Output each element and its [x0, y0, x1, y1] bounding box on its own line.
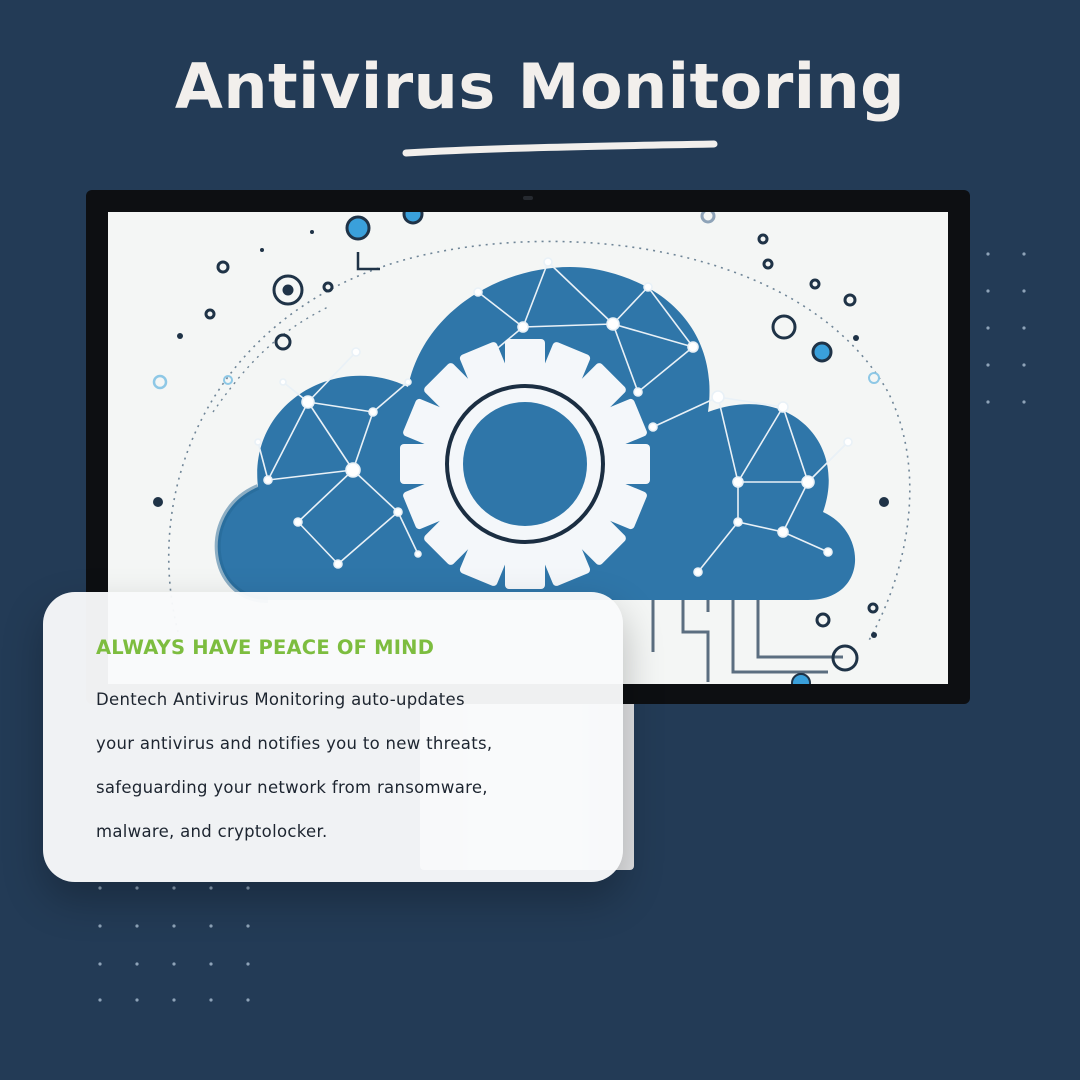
card-heading: ALWAYS HAVE PEACE OF MIND [96, 636, 435, 659]
card-body-line: your antivirus and notifies you to new t… [96, 734, 493, 753]
decorative-dot-grid-left [98, 886, 250, 1002]
gear-icon [400, 339, 650, 589]
card-body-line: safeguarding your network from ransomwar… [96, 778, 488, 797]
circuit-lines-icon [651, 592, 843, 682]
card-body-line: malware, and cryptolocker. [96, 822, 328, 841]
decorative-dot-grid-right [986, 252, 1026, 404]
title-underline [402, 140, 718, 157]
card-body: Dentech Antivirus Monitoring auto-update… [96, 678, 606, 854]
card-body-line: Dentech Antivirus Monitoring auto-update… [96, 690, 465, 709]
info-card: ALWAYS HAVE PEACE OF MIND Dentech Antivi… [43, 592, 623, 882]
page-title: Antivirus Monitoring [174, 50, 906, 123]
camera-dot [523, 196, 533, 200]
